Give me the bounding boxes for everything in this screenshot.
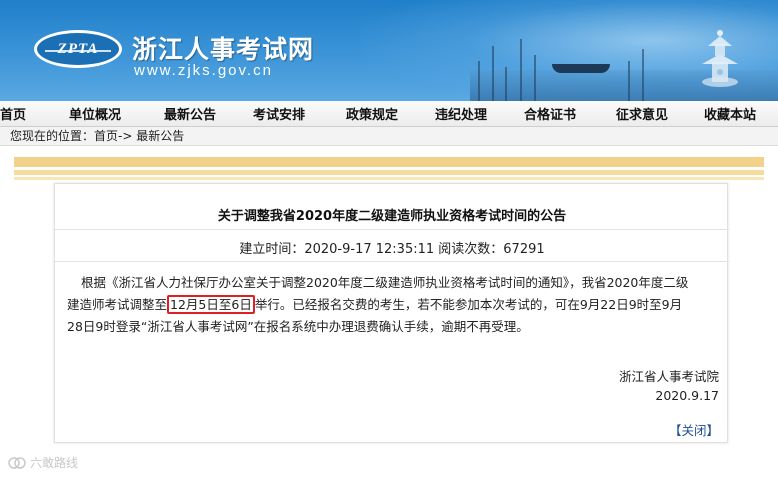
banner-reed bbox=[628, 61, 630, 101]
breadcrumb-prefix: 您现在的位置： bbox=[10, 129, 95, 143]
nav-item-exam-schedule[interactable]: 考试安排 bbox=[230, 104, 328, 123]
banner-reed bbox=[520, 39, 522, 101]
watermark: 六敢路线 bbox=[8, 454, 78, 471]
article-card: 关于调整我省2020年度二级建造师执业资格考试时间的公告 建立时间：2020-9… bbox=[54, 183, 729, 443]
decorative-stripe bbox=[14, 177, 764, 180]
article-meta: 建立时间：2020-9-17 12:35:11 阅读次数：67291 bbox=[239, 242, 545, 257]
nav-item-certificates[interactable]: 合格证书 bbox=[506, 104, 594, 123]
body-line: 建造师考试调整至 12月5日至6日 举行。已经报名交费的考生，若不能参加本次考试的，… bbox=[67, 294, 723, 316]
nav-item-violations[interactable]: 违纪处理 bbox=[416, 104, 506, 123]
breadcrumb-current[interactable]: 最新公告 bbox=[136, 129, 184, 143]
main-nav: 首页 单位概况 最新公告 考试安排 政策规定 违纪处理 合格证书 征求意见 收藏… bbox=[0, 101, 778, 127]
banner-reed bbox=[492, 46, 494, 101]
breadcrumb: 您现在的位置：首页-> 最新公告 bbox=[0, 127, 778, 146]
pagoda-image bbox=[702, 30, 738, 87]
banner-reed bbox=[505, 67, 507, 101]
banner-reed bbox=[642, 49, 644, 101]
nav-item-unit-overview[interactable]: 单位概况 bbox=[40, 104, 150, 123]
nav-item-home[interactable]: 首页 bbox=[0, 104, 40, 123]
highlighted-exam-date: 12月5日至6日 bbox=[167, 295, 255, 314]
breadcrumb-home-link[interactable]: 首页 bbox=[94, 129, 118, 143]
watermark-logo-icon bbox=[8, 456, 26, 469]
watermark-text: 六敢路线 bbox=[30, 456, 79, 470]
article-title: 关于调整我省2020年度二级建造师执业资格考试时间的公告 bbox=[217, 209, 567, 224]
site-logo[interactable]: ZPTA bbox=[34, 30, 122, 68]
divider bbox=[55, 261, 729, 262]
body-line: 根据《浙江省人力社保厅办公室关于调整2020年度二级建造师执业资格考试时间的通知… bbox=[81, 275, 689, 290]
article-body: 根据《浙江省人力社保厅办公室关于调整2020年度二级建造师执业资格考试时间的通知… bbox=[67, 272, 723, 338]
logo-line bbox=[45, 50, 111, 52]
header-banner: ZPTA 浙江人事考试网 www.zjks.gov.cn bbox=[0, 0, 778, 101]
article-signature: 浙江省人事考试院 bbox=[618, 369, 719, 384]
banner-reed bbox=[478, 61, 480, 101]
body-line: 28日9时登录“浙江省人事考试网”在报名系统中办理退费确认手续，逾期不再受理。 bbox=[67, 319, 529, 334]
divider bbox=[55, 229, 729, 230]
article-date: 2020.9.17 bbox=[655, 388, 719, 403]
breadcrumb-separator: -> bbox=[118, 129, 133, 143]
body-text-segment: 举行。已经报名交费的考生，若不能参加本次考试的，可在9月22日9时至9月 bbox=[254, 297, 683, 312]
nav-item-feedback[interactable]: 征求意见 bbox=[594, 104, 690, 123]
body-text-segment: 建造师考试调整至 bbox=[67, 297, 168, 312]
nav-item-policies[interactable]: 政策规定 bbox=[328, 104, 416, 123]
nav-item-latest-notices[interactable]: 最新公告 bbox=[150, 104, 230, 123]
logo-text: ZPTA bbox=[57, 40, 99, 57]
nav-item-bookmark[interactable]: 收藏本站 bbox=[690, 104, 770, 123]
decorative-stripe bbox=[14, 157, 764, 167]
close-link[interactable]: 【关闭】 bbox=[669, 420, 719, 439]
decorative-stripe bbox=[14, 170, 764, 175]
site-url: www.zjks.gov.cn bbox=[134, 62, 273, 79]
banner-reed bbox=[534, 55, 536, 101]
boat-image bbox=[552, 64, 610, 73]
site-title: 浙江人事考试网 bbox=[132, 35, 315, 64]
